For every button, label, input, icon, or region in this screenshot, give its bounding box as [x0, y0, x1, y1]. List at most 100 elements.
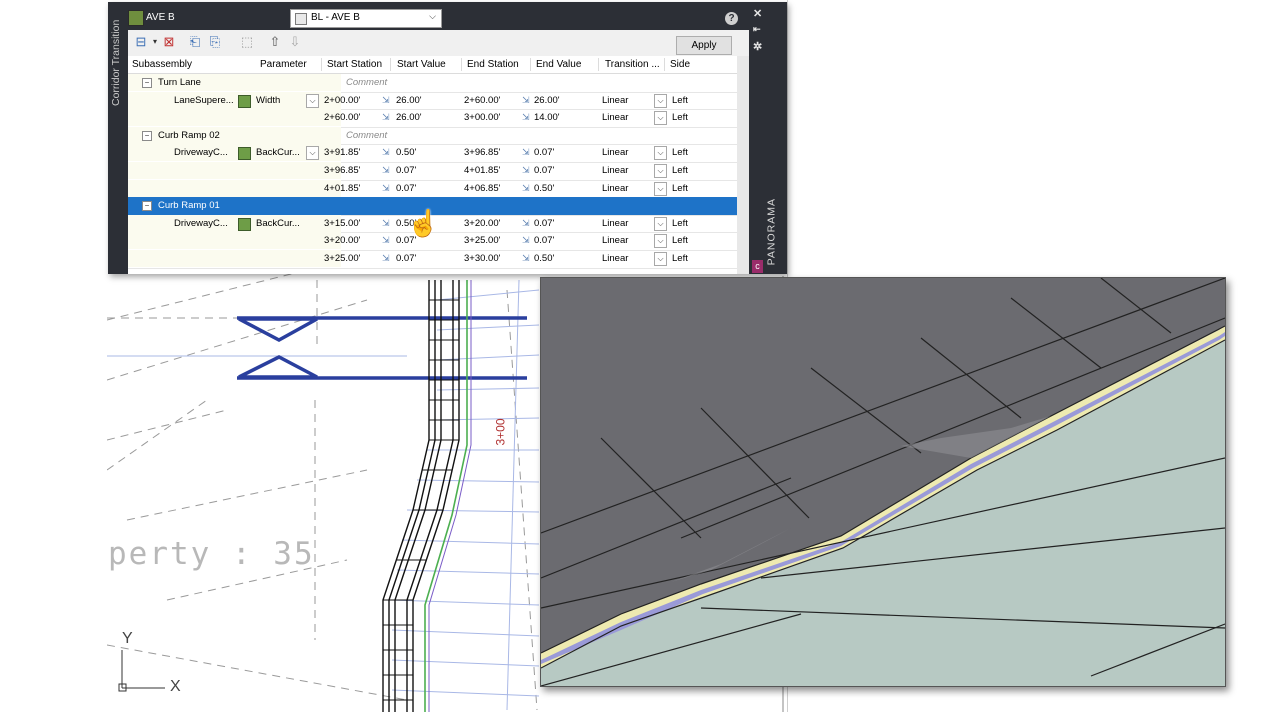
- start-station[interactable]: 3+96.85': [324, 165, 360, 176]
- table-row[interactable]: LaneSupere... Width ⌵ 2+00.00' ⇲ 26.00' …: [128, 91, 737, 111]
- side-value[interactable]: Left: [672, 253, 688, 264]
- delete-transition-icon[interactable]: ⊠: [162, 35, 176, 49]
- move-up-icon[interactable]: ⇧: [268, 35, 282, 49]
- transition-type[interactable]: Linear: [602, 112, 628, 123]
- pick-value-icon[interactable]: ⇲: [522, 95, 534, 106]
- pick-value-icon[interactable]: ⇲: [382, 183, 394, 194]
- collapse-icon[interactable]: −: [142, 201, 152, 212]
- table-row[interactable]: 3+25.00' ⇲ 0.07' 3+30.00' ⇲ 0.50' Linear…: [128, 250, 737, 269]
- start-station[interactable]: 2+00.00': [324, 95, 360, 106]
- end-station[interactable]: 3+96.85': [464, 147, 500, 158]
- start-value[interactable]: 0.50': [396, 147, 416, 158]
- table-row[interactable]: DrivewayC... BackCur... ⌵ 3+91.85' ⇲ 0.5…: [128, 144, 737, 163]
- start-station[interactable]: 4+01.85': [324, 183, 360, 194]
- export-icon[interactable]: ⎘: [208, 35, 222, 49]
- pick-value-icon[interactable]: ⇲: [382, 218, 394, 229]
- start-station[interactable]: 3+15.00': [324, 218, 360, 229]
- start-value[interactable]: 26.00': [396, 112, 422, 123]
- end-value[interactable]: 0.07': [534, 165, 554, 176]
- pick-value-icon[interactable]: ⇲: [522, 253, 534, 264]
- move-down-icon[interactable]: ⇩: [288, 35, 302, 49]
- column-header[interactable]: Parameter: [260, 59, 307, 70]
- chevron-down-icon[interactable]: ⌵: [306, 146, 319, 161]
- start-station[interactable]: 2+60.00': [324, 112, 360, 123]
- add-transition-icon[interactable]: ⊟: [134, 35, 148, 49]
- start-value[interactable]: 0.07': [396, 165, 416, 176]
- baseline-select[interactable]: BL - AVE B ⌵: [290, 9, 442, 28]
- column-header[interactable]: End Station: [467, 59, 519, 70]
- end-value[interactable]: 0.50': [534, 253, 554, 264]
- transition-type[interactable]: Linear: [602, 183, 628, 194]
- start-station[interactable]: 3+25.00': [324, 253, 360, 264]
- column-header[interactable]: Subassembly: [132, 59, 192, 70]
- end-value[interactable]: 0.07': [534, 218, 554, 229]
- end-value[interactable]: 0.07': [534, 235, 554, 246]
- start-value[interactable]: 26.00': [396, 95, 422, 106]
- start-station[interactable]: 3+20.00': [324, 235, 360, 246]
- column-header[interactable]: End Value: [536, 59, 581, 70]
- start-station[interactable]: 3+91.85': [324, 147, 360, 158]
- side-value[interactable]: Left: [672, 218, 688, 229]
- dropdown-arrow-icon[interactable]: ▾: [148, 35, 162, 49]
- comment-field[interactable]: Comment: [346, 77, 387, 88]
- column-header[interactable]: Side: [670, 59, 690, 70]
- side-value[interactable]: Left: [672, 165, 688, 176]
- transition-type[interactable]: Linear: [602, 165, 628, 176]
- column-header[interactable]: Start Station: [327, 59, 382, 70]
- transition-type[interactable]: Linear: [602, 147, 628, 158]
- table-row[interactable]: 3+96.85' ⇲ 0.07' 4+01.85' ⇲ 0.07' Linear…: [128, 162, 737, 181]
- group-row-curb-ramp-02[interactable]: − Curb Ramp 02 Comment: [128, 126, 737, 146]
- chevron-down-icon[interactable]: ⌵: [654, 93, 667, 108]
- pick-value-icon[interactable]: ⇲: [522, 147, 534, 158]
- start-value[interactable]: 0.07': [396, 183, 416, 194]
- pick-icon[interactable]: ⬚: [240, 35, 254, 49]
- side-value[interactable]: Left: [672, 112, 688, 123]
- end-station[interactable]: 3+20.00': [464, 218, 500, 229]
- end-value[interactable]: 0.50': [534, 183, 554, 194]
- pick-value-icon[interactable]: ⇲: [382, 165, 394, 176]
- chevron-down-icon[interactable]: ⌵: [654, 252, 667, 266]
- collapse-icon[interactable]: −: [142, 130, 152, 141]
- pick-value-icon[interactable]: ⇲: [382, 253, 394, 264]
- chevron-down-icon[interactable]: ⌵: [654, 164, 667, 178]
- end-station[interactable]: 3+25.00': [464, 235, 500, 246]
- import-icon[interactable]: ⎗: [188, 35, 202, 49]
- start-value[interactable]: 0.07': [396, 253, 416, 264]
- side-value[interactable]: Left: [672, 183, 688, 194]
- end-value[interactable]: 0.07': [534, 147, 554, 158]
- chevron-down-icon[interactable]: ⌵: [306, 93, 319, 108]
- side-value[interactable]: Left: [672, 235, 688, 246]
- end-station[interactable]: 4+06.85': [464, 183, 500, 194]
- pick-value-icon[interactable]: ⇲: [522, 112, 534, 123]
- column-header[interactable]: Start Value: [397, 59, 446, 70]
- help-icon[interactable]: ?: [725, 12, 738, 25]
- end-value[interactable]: 26.00': [534, 95, 560, 106]
- table-row[interactable]: 2+60.00' ⇲ 26.00' 3+00.00' ⇲ 14.00' Line…: [128, 109, 737, 128]
- pick-value-icon[interactable]: ⇲: [382, 235, 394, 246]
- end-station[interactable]: 3+00.00': [464, 112, 500, 123]
- transition-type[interactable]: Linear: [602, 253, 628, 264]
- pick-value-icon[interactable]: ⇲: [522, 235, 534, 246]
- chevron-down-icon[interactable]: ⌵: [429, 11, 436, 22]
- side-value[interactable]: Left: [672, 95, 688, 106]
- close-icon[interactable]: ✕: [753, 7, 762, 20]
- pick-value-icon[interactable]: ⇲: [522, 183, 534, 194]
- pick-value-icon[interactable]: ⇲: [382, 112, 394, 123]
- comment-field[interactable]: Comment: [346, 130, 387, 141]
- group-row-turn-lane[interactable]: − Turn Lane Comment: [128, 74, 737, 93]
- end-station[interactable]: 3+30.00': [464, 253, 500, 264]
- autohide-icon[interactable]: ⇤: [753, 24, 761, 35]
- column-header[interactable]: Transition ...: [605, 59, 660, 70]
- chevron-down-icon[interactable]: ⌵: [654, 146, 667, 161]
- apply-button[interactable]: Apply: [676, 36, 732, 55]
- pick-value-icon[interactable]: ⇲: [382, 147, 394, 158]
- table-row[interactable]: 4+01.85' ⇲ 0.07' 4+06.85' ⇲ 0.50' Linear…: [128, 179, 737, 199]
- pick-value-icon[interactable]: ⇲: [382, 95, 394, 106]
- properties-icon[interactable]: ✲: [753, 40, 762, 53]
- collapse-icon[interactable]: −: [142, 78, 152, 88]
- end-station[interactable]: 2+60.00': [464, 95, 500, 106]
- chevron-down-icon[interactable]: ⌵: [654, 234, 667, 249]
- chevron-down-icon[interactable]: ⌵: [654, 181, 667, 196]
- palette-side-tab[interactable]: Corridor Transition: [108, 2, 128, 274]
- panorama-label[interactable]: PANORAMA: [765, 198, 777, 265]
